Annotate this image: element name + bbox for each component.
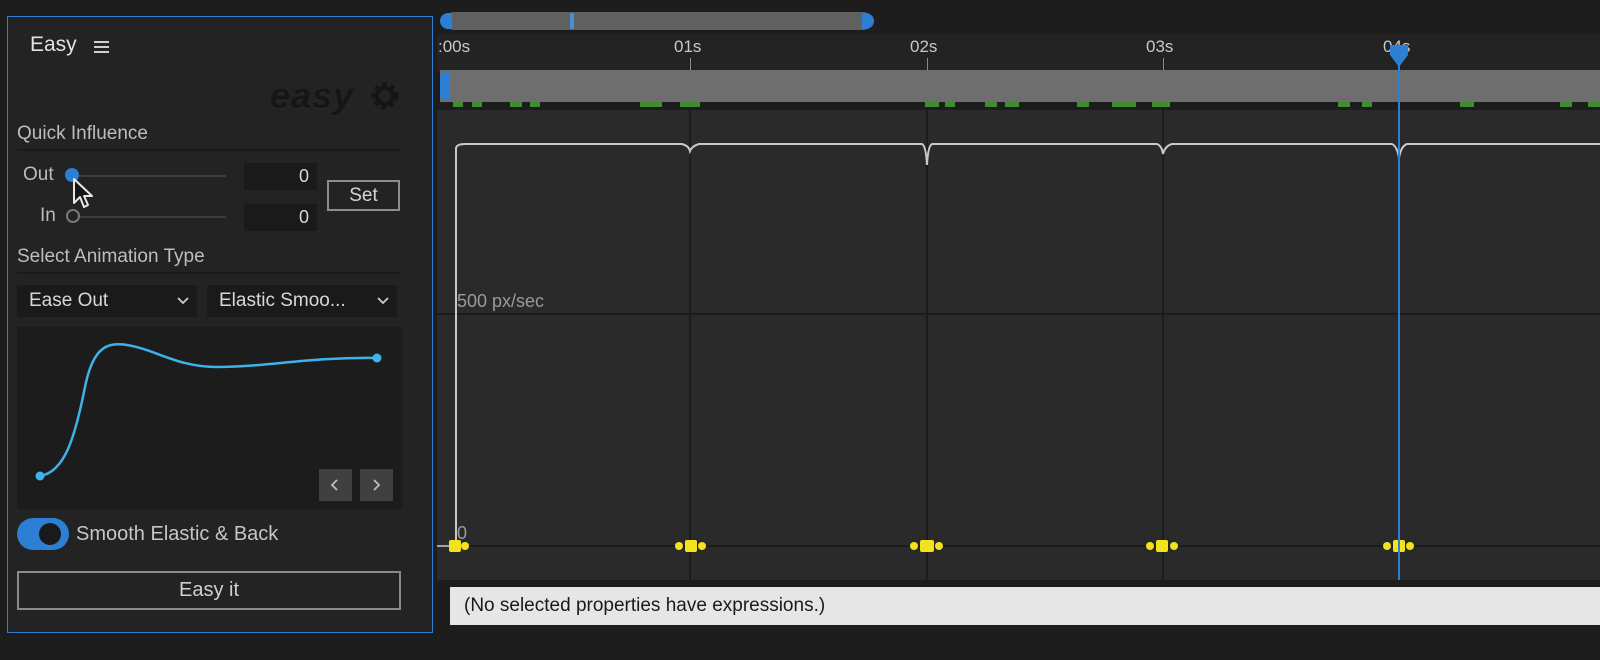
- easy-logo: easy: [270, 75, 355, 116]
- set-button[interactable]: Set: [327, 180, 400, 211]
- chevron-down-icon: [377, 297, 389, 305]
- easy-it-button[interactable]: Easy it: [17, 571, 401, 610]
- in-slider-handle[interactable]: [66, 209, 80, 223]
- hamburger-menu-icon[interactable]: [94, 41, 109, 53]
- in-slider-track[interactable]: [74, 216, 226, 218]
- curve-type-value: Elastic Smoo...: [219, 290, 346, 311]
- expression-message-bar: (No selected properties have expressions…: [450, 587, 1600, 625]
- out-label: Out: [23, 164, 54, 185]
- chevron-down-icon: [177, 297, 189, 305]
- out-slider-track[interactable]: [74, 175, 226, 177]
- tick-label: 01s: [674, 37, 702, 56]
- mouse-cursor-icon: [73, 178, 93, 208]
- tick-mark: [1163, 58, 1164, 70]
- ease-type-value: Ease Out: [29, 290, 109, 311]
- tick-mark: [927, 58, 928, 70]
- animation-type-title: Select Animation Type: [17, 246, 205, 267]
- toggle-knob: [39, 523, 61, 545]
- chevron-right-icon: [373, 479, 381, 491]
- playhead-handle[interactable]: [1388, 43, 1410, 69]
- out-value-field[interactable]: 0: [244, 163, 317, 190]
- gear-icon: [371, 82, 399, 110]
- section-divider: [17, 272, 401, 274]
- work-area-start-handle[interactable]: [440, 13, 452, 29]
- in-label: In: [40, 205, 56, 226]
- tick-label: :00s: [438, 37, 471, 56]
- keyframes[interactable]: [437, 536, 1600, 556]
- panel-title: Easy: [30, 33, 77, 56]
- smooth-elastic-toggle[interactable]: [17, 518, 69, 550]
- playhead-line: [1398, 50, 1400, 580]
- tick-label: 02s: [910, 37, 938, 56]
- easy-panel: Easy easy Quick Influence Out 0 In 0 Set…: [7, 16, 433, 633]
- graph-editor[interactable]: 500 px/sec 0: [437, 110, 1600, 580]
- quick-influence-title: Quick Influence: [17, 123, 148, 144]
- time-navigator-bar[interactable]: [440, 70, 1600, 102]
- work-area-bar[interactable]: [445, 12, 872, 30]
- graph-scale-label: 500 px/sec: [457, 291, 545, 311]
- time-navigator-start-handle[interactable]: [440, 72, 450, 100]
- work-area-marker: [570, 13, 574, 29]
- previous-curve-button[interactable]: [319, 469, 352, 501]
- section-divider: [17, 149, 401, 151]
- in-value-field[interactable]: 0: [244, 204, 317, 231]
- curve-type-dropdown[interactable]: Elastic Smoo...: [207, 285, 397, 317]
- tick-label: 03s: [1146, 37, 1174, 56]
- next-curve-button[interactable]: [360, 469, 393, 501]
- smooth-elastic-label: Smooth Elastic & Back: [76, 523, 279, 545]
- tick-mark: [690, 58, 691, 70]
- ease-type-dropdown[interactable]: Ease Out: [17, 285, 197, 317]
- time-ruler[interactable]: [437, 34, 1600, 72]
- graph-grid: [437, 110, 1600, 580]
- keyframe-markers-strip: [453, 102, 1600, 107]
- work-area-end-handle[interactable]: [862, 13, 874, 29]
- chevron-left-icon: [330, 479, 338, 491]
